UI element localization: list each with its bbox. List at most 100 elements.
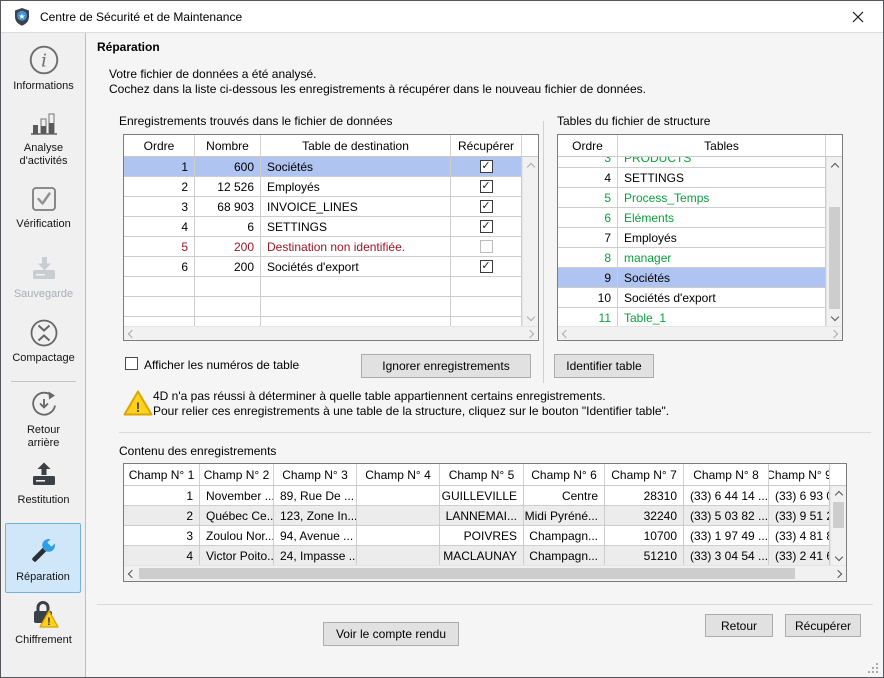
cell-recuperer: [451, 237, 522, 256]
scroll-down-arrow[interactable]: [523, 310, 538, 326]
column-header[interactable]: Champ N° 5: [440, 464, 524, 485]
column-header[interactable]: Champ N° 4: [357, 464, 440, 485]
structure-row[interactable]: 8manager: [558, 248, 826, 268]
content-vertical-scrollbar[interactable]: [830, 486, 846, 565]
cell-ordre: 10: [558, 288, 618, 307]
svg-text:i: i: [41, 50, 47, 71]
structure-row[interactable]: 11Table_1: [558, 308, 826, 326]
column-header[interactable]: Table de destination: [261, 135, 451, 156]
ignore-records-button[interactable]: Ignorer enregistrements: [361, 354, 531, 378]
scroll-right-arrow[interactable]: [834, 569, 842, 577]
sidebar-item-informations[interactable]: i Informations: [1, 43, 86, 93]
column-header[interactable]: Champ N° 9: [769, 464, 830, 485]
sidebar-item-analyse[interactable]: Analyse d'activités: [1, 109, 86, 168]
record-content-row[interactable]: 2Québec Ce...123, Zone In...LANNEMAI...M…: [124, 506, 830, 526]
records-row[interactable]: 212 526Employés✓: [124, 177, 522, 197]
records-row[interactable]: 5200Destination non identifiée.: [124, 237, 522, 257]
records-row[interactable]: 6200Sociétés d'export✓: [124, 257, 522, 277]
column-header[interactable]: Champ N° 8: [684, 464, 769, 485]
sidebar-item-compactage[interactable]: Compactage: [1, 317, 86, 365]
back-button[interactable]: Retour: [705, 614, 773, 637]
structure-row[interactable]: 7Employés: [558, 228, 826, 248]
scroll-up-arrow[interactable]: [827, 157, 842, 173]
cell-table-name: SETTINGS: [618, 168, 826, 187]
content-group-label: Contenu des enregistrements: [119, 444, 276, 458]
structure-row[interactable]: 9Sociétés: [558, 268, 826, 288]
show-table-numbers-checkbox[interactable]: [125, 357, 138, 370]
sidebar-item-label: Compactage: [12, 352, 74, 365]
column-header[interactable]: Ordre: [558, 135, 618, 156]
cell-ordre: 3: [124, 197, 195, 216]
structure-row[interactable]: 10Sociétés d'export: [558, 288, 826, 308]
svg-text:!: !: [47, 616, 51, 628]
recover-checkbox[interactable]: ✓: [480, 220, 493, 233]
scrollbar-thumb[interactable]: [829, 207, 840, 309]
column-header[interactable]: Récupérer: [451, 135, 522, 156]
structure-row[interactable]: 5Process_Temps: [558, 188, 826, 208]
recover-checkbox[interactable]: ✓: [480, 260, 493, 273]
scroll-right-arrow[interactable]: [526, 329, 534, 337]
records-vertical-scrollbar[interactable]: [522, 157, 538, 326]
view-report-button[interactable]: Voir le compte rendu: [323, 622, 459, 646]
sidebar-item-reparation[interactable]: Réparation: [5, 523, 81, 593]
sidebar-item-chiffrement[interactable]: ! Chiffrement: [1, 597, 86, 647]
records-horizontal-scrollbar[interactable]: [124, 326, 538, 340]
recover-checkbox[interactable]: ✓: [480, 180, 493, 193]
column-header[interactable]: Champ N° 1: [124, 464, 200, 485]
cell-table-name: Table_1: [618, 308, 826, 326]
column-header[interactable]: Champ N° 2: [200, 464, 274, 485]
identify-table-button[interactable]: Identifier table: [554, 354, 654, 378]
recover-checkbox[interactable]: [480, 240, 493, 253]
column-header[interactable]: Tables: [618, 135, 826, 156]
close-button[interactable]: [841, 1, 875, 32]
column-header[interactable]: Ordre: [124, 135, 195, 156]
separator-line: [119, 432, 871, 433]
structure-row[interactable]: 3PRODUCTS: [558, 157, 826, 168]
recover-checkbox[interactable]: ✓: [480, 160, 493, 173]
content-table-body: 1November ...89, Rue De ...GUILLEVILLECe…: [124, 486, 830, 565]
content-horizontal-scrollbar[interactable]: [124, 565, 846, 581]
scroll-up-arrow[interactable]: [523, 157, 538, 173]
cell-ordre: 8: [558, 248, 618, 267]
scroll-down-arrow[interactable]: [831, 551, 846, 565]
resize-grip[interactable]: [868, 663, 879, 674]
scroll-left-arrow[interactable]: [562, 329, 570, 337]
records-row[interactable]: 1600Sociétés✓: [124, 157, 522, 177]
cell-recuperer: ✓: [451, 197, 522, 216]
scroll-down-arrow[interactable]: [827, 310, 842, 326]
cell: MACLAUNAY: [440, 546, 524, 565]
sidebar-item-label: Analyse d'activités: [20, 142, 68, 168]
record-content-row[interactable]: 1November ...89, Rue De ...GUILLEVILLECe…: [124, 486, 830, 506]
scroll-up-arrow[interactable]: [831, 486, 846, 500]
recover-checkbox[interactable]: ✓: [480, 200, 493, 213]
encryption-lock-icon: !: [27, 597, 61, 631]
empty-row: [124, 277, 522, 297]
record-content-row[interactable]: 3Zoulou Nor...94, Avenue ...POIVRESChamp…: [124, 526, 830, 546]
structure-row[interactable]: 4SETTINGS: [558, 168, 826, 188]
sidebar-item-label: Restitution: [18, 494, 70, 507]
sidebar-item-restitution[interactable]: Restitution: [1, 459, 86, 507]
structure-row[interactable]: 6Eléments: [558, 208, 826, 228]
scroll-left-arrow[interactable]: [128, 329, 136, 337]
scrollbar-thumb[interactable]: [833, 502, 844, 528]
scroll-right-arrow[interactable]: [830, 329, 838, 337]
record-content-row[interactable]: 4Victor Poito...24, Impasse ...MACLAUNAY…: [124, 546, 830, 565]
sidebar-item-retour-arriere[interactable]: Retour arrière: [1, 389, 86, 450]
compress-icon: [28, 317, 60, 349]
column-header[interactable]: Champ N° 3: [274, 464, 357, 485]
recover-button[interactable]: Récupérer: [785, 614, 861, 637]
sidebar-item-verification[interactable]: Vérification: [1, 183, 86, 231]
records-row[interactable]: 46SETTINGS✓: [124, 217, 522, 237]
cell-ordre: 2: [124, 177, 195, 196]
close-icon: [852, 11, 864, 23]
svg-text:★: ★: [18, 11, 25, 20]
cell: [261, 317, 451, 326]
records-row[interactable]: 368 903INVOICE_LINES✓: [124, 197, 522, 217]
scrollbar-thumb[interactable]: [139, 568, 795, 579]
structure-vertical-scrollbar[interactable]: [826, 157, 842, 326]
column-header[interactable]: Champ N° 7: [605, 464, 684, 485]
column-header[interactable]: Nombre: [195, 135, 261, 156]
scroll-left-arrow[interactable]: [128, 569, 136, 577]
column-header[interactable]: Champ N° 6: [524, 464, 605, 485]
structure-horizontal-scrollbar[interactable]: [558, 326, 842, 340]
